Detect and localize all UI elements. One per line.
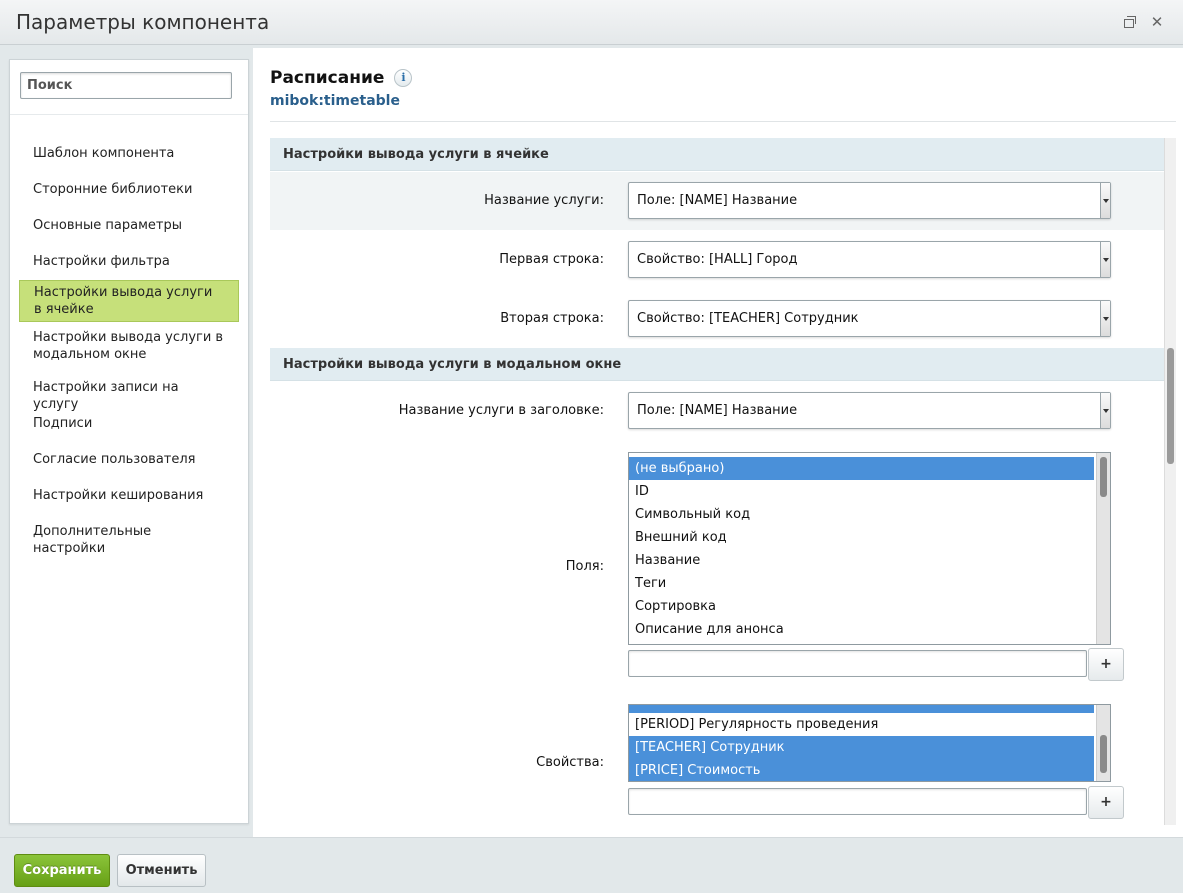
- fields-listbox[interactable]: (не выбрано) ID Символьный код Внешний к…: [628, 452, 1111, 645]
- sidebar-item-caching[interactable]: Настройки кеширования: [19, 487, 239, 504]
- properties-add-button[interactable]: +: [1088, 786, 1124, 819]
- properties-label: Свойства:: [536, 755, 604, 770]
- window-title: Параметры компонента: [16, 10, 270, 34]
- header-divider: [270, 121, 1176, 122]
- main-scrollbar[interactable]: [1164, 138, 1176, 825]
- list-item[interactable]: Описание для анонса: [629, 618, 1094, 641]
- list-item[interactable]: [TEACHER] Сотрудник: [629, 736, 1094, 759]
- save-button[interactable]: Сохранить: [14, 854, 110, 887]
- sidebar-divider: [10, 114, 248, 115]
- section-modal-output-title: Настройки вывода услуги в модальном окне: [270, 348, 1164, 381]
- window-titlebar: Параметры компонента ✕: [0, 0, 1183, 45]
- chevron-down-icon: [1100, 393, 1110, 428]
- sidebar-item-main-params[interactable]: Основные параметры: [19, 217, 239, 234]
- chevron-down-icon: [1100, 183, 1110, 218]
- component-title: Расписание: [270, 68, 385, 88]
- search-box: [20, 72, 232, 99]
- list-item[interactable]: [PRICE] Стоимость: [629, 759, 1094, 781]
- first-line-label: Первая строка:: [499, 252, 604, 267]
- modal-header-name-select[interactable]: Поле: [NAME] Название: [628, 392, 1111, 429]
- listbox-scrollbar[interactable]: [1096, 705, 1110, 781]
- cancel-button[interactable]: Отменить: [117, 854, 206, 887]
- list-item[interactable]: Символьный код: [629, 503, 1094, 526]
- first-line-value: Свойство: [HALL] Город: [637, 252, 798, 267]
- second-line-value: Свойство: [TEACHER] Сотрудник: [637, 311, 859, 326]
- service-name-select[interactable]: Поле: [NAME] Название: [628, 182, 1111, 219]
- sidebar-item-libraries[interactable]: Сторонние библиотеки: [19, 181, 239, 198]
- sidebar-item-template[interactable]: Шаблон компонента: [19, 145, 239, 162]
- scrollbar-thumb[interactable]: [1100, 457, 1107, 497]
- scrollbar-thumb[interactable]: [1167, 348, 1174, 464]
- sidebar-item-captions[interactable]: Подписи: [19, 415, 239, 432]
- sidebar: Шаблон компонента Сторонние библиотеки О…: [9, 59, 249, 824]
- modal-header-name-label: Название услуги в заголовке:: [398, 403, 604, 418]
- close-icon[interactable]: ✕: [1149, 14, 1165, 30]
- chevron-down-icon: [1100, 242, 1110, 277]
- sidebar-item-cell-output[interactable]: Настройки вывода услуги в ячейке: [19, 280, 239, 322]
- fields-add-button[interactable]: +: [1088, 648, 1124, 681]
- list-item-partial[interactable]: [629, 705, 1094, 713]
- component-header: Расписание i mibok:timetable: [270, 68, 413, 109]
- dialog-footer: Сохранить Отменить: [0, 837, 1183, 893]
- sidebar-item-consent[interactable]: Согласие пользователя: [19, 451, 239, 468]
- listbox-scrollbar[interactable]: [1096, 453, 1110, 644]
- settings-scroll-area: Настройки вывода услуги в ячейке Названи…: [270, 138, 1173, 837]
- sidebar-item-filter[interactable]: Настройки фильтра: [19, 253, 239, 270]
- properties-add-input[interactable]: [628, 788, 1087, 815]
- restore-icon[interactable]: [1121, 14, 1137, 30]
- second-line-select[interactable]: Свойство: [TEACHER] Сотрудник: [628, 300, 1111, 337]
- chevron-down-icon: [1100, 301, 1110, 336]
- service-name-value: Поле: [NAME] Название: [637, 193, 798, 208]
- list-item[interactable]: ID: [629, 480, 1094, 503]
- scrollbar-thumb[interactable]: [1100, 735, 1107, 773]
- list-item[interactable]: Внешний код: [629, 526, 1094, 549]
- settings-panel: Расписание i mibok:timetable Настройки вы…: [253, 48, 1183, 837]
- properties-listbox[interactable]: [PERIOD] Регулярность проведения [TEACHE…: [628, 704, 1111, 782]
- sidebar-item-modal-output[interactable]: Настройки вывода услуги в модальном окне: [19, 329, 239, 363]
- list-item[interactable]: (не выбрано): [629, 457, 1094, 480]
- search-input[interactable]: [20, 72, 232, 99]
- list-item[interactable]: Сортировка: [629, 595, 1094, 618]
- info-icon[interactable]: i: [394, 69, 413, 87]
- sidebar-item-booking[interactable]: Настройки записи на услугу: [19, 379, 239, 413]
- list-item[interactable]: [PERIOD] Регулярность проведения: [629, 713, 1094, 736]
- second-line-label: Вторая строка:: [500, 311, 604, 326]
- list-item[interactable]: Теги: [629, 572, 1094, 595]
- sidebar-item-additional[interactable]: Дополнительные настройки: [19, 523, 239, 557]
- first-line-select[interactable]: Свойство: [HALL] Город: [628, 241, 1111, 278]
- component-code: mibok:timetable: [270, 93, 400, 109]
- service-name-label: Название услуги:: [484, 193, 604, 208]
- list-item[interactable]: Название: [629, 549, 1094, 572]
- fields-label: Поля:: [565, 559, 604, 574]
- modal-header-name-value: Поле: [NAME] Название: [637, 403, 798, 418]
- section-cell-output-title: Настройки вывода услуги в ячейке: [270, 138, 1164, 171]
- fields-add-input[interactable]: [628, 650, 1087, 677]
